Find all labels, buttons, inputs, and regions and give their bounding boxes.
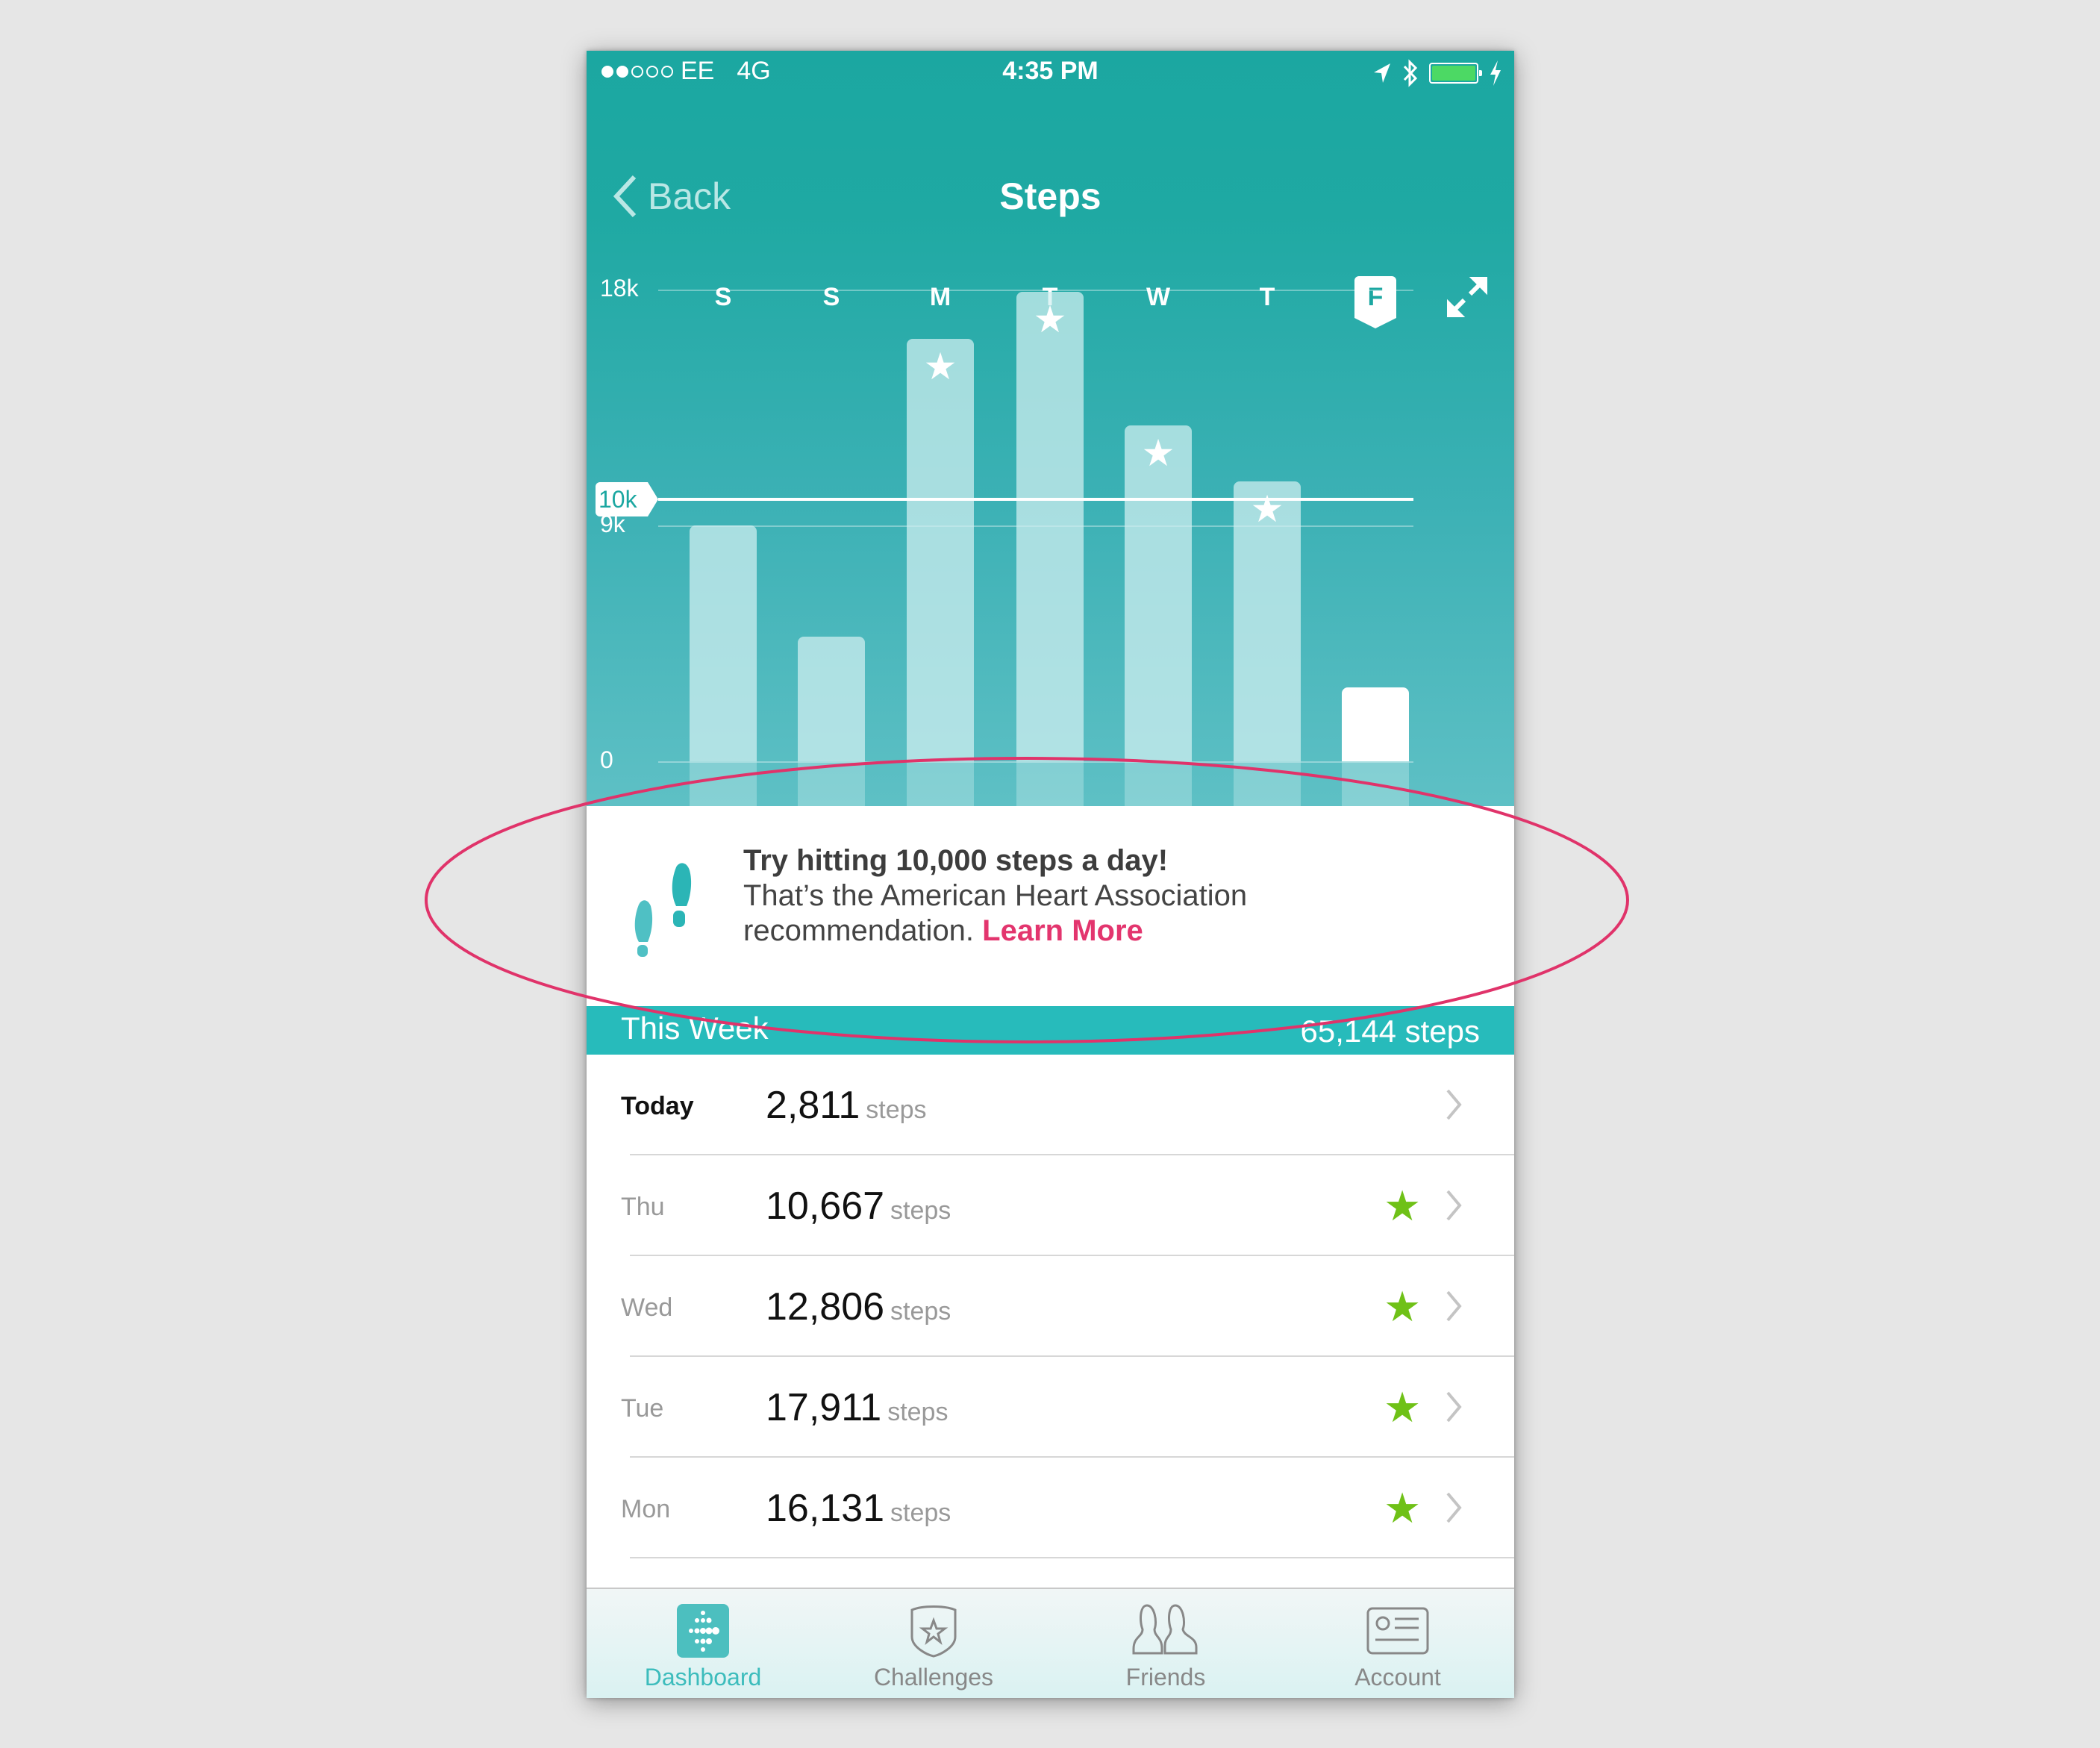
bar-reflection [1342,761,1409,806]
day-row[interactable]: Wed 12,806 steps ★ [587,1256,1514,1357]
week-label: This Week [621,1011,769,1046]
expand-icon[interactable] [1445,275,1490,319]
day-row[interactable]: Thu 10,667 steps ★ [587,1155,1514,1256]
nav-bar: Back Steps [587,155,1514,237]
day-row[interactable]: Mon 16,131 steps ★ [587,1458,1514,1558]
tip-headline: Try hitting 10,000 steps a day! [743,844,1169,877]
learn-more-link[interactable]: Learn More [982,914,1143,947]
bar-reflection [798,761,865,806]
goal-label: 10k [596,481,658,516]
day-label[interactable]: S [809,275,854,319]
row-steps-unit: steps [866,1096,927,1124]
row-day: Wed [621,1293,673,1322]
y-tick-label: 18k [600,275,639,302]
week-total: 65,144 steps [1300,1014,1480,1049]
row-steps-unit: steps [890,1499,951,1527]
chevron-right-icon [1446,1089,1462,1120]
status-bar: EE 4G 4:35 PM [587,51,1514,96]
day-row[interactable]: Tue 17,911 steps ★ [587,1357,1514,1458]
row-day: Thu [621,1193,665,1221]
row-day: Mon [621,1495,671,1523]
chart-bar[interactable] [1342,687,1409,761]
chart-bar[interactable] [798,637,865,761]
bar-reflection [907,761,974,806]
row-day: Tue [621,1394,664,1423]
row-steps-unit: steps [887,1398,949,1426]
back-label: Back [648,175,731,217]
account-card-icon [1366,1607,1429,1655]
day-label[interactable]: F [1354,276,1396,328]
chevron-right-icon [1446,1290,1462,1322]
chevron-right-icon [1446,1190,1462,1221]
gridline [658,290,1413,291]
tab-label: Dashboard [644,1664,762,1691]
row-steps-value: 12,806 [766,1285,885,1329]
day-label[interactable]: W [1136,275,1181,319]
tab-label: Account [1354,1664,1441,1691]
tab-bar: Dashboard Challenges Friends Account [587,1588,1514,1698]
goal-star-icon: ★ [1033,299,1067,341]
goal-star-icon: ★ [1384,1283,1422,1330]
goal-star-icon: ★ [1141,432,1175,475]
goal-line [658,497,1413,501]
chevron-right-icon [1446,1391,1462,1423]
bar-reflection [1234,761,1301,806]
chart-bar[interactable] [1016,292,1084,761]
row-steps: 10,667 steps [766,1184,951,1229]
row-steps-unit: steps [890,1196,951,1225]
row-steps: 2,811 steps [766,1083,927,1128]
tab-challenges[interactable]: Challenges [822,1589,1046,1698]
location-arrow-icon [1374,63,1390,83]
day-row[interactable]: Today 2,811 steps [587,1055,1514,1155]
row-steps: 12,806 steps [766,1285,951,1329]
back-button[interactable]: Back [612,155,731,237]
chart-bar[interactable] [690,525,757,761]
chart-bar[interactable] [1125,425,1192,761]
tab-account[interactable]: Account [1286,1589,1510,1698]
chevron-right-icon [1446,1492,1462,1523]
tip-card: Try hitting 10,000 steps a day! That’s t… [587,806,1514,1006]
row-steps-value: 2,811 [766,1084,860,1127]
row-steps: 16,131 steps [766,1486,951,1531]
steps-chart-panel: EE 4G 4:35 PM Back Steps SSMTWTF [587,51,1514,806]
row-divider [630,1557,1514,1558]
row-day: Today [621,1092,694,1120]
tab-label: Friends [1125,1664,1206,1691]
day-label[interactable]: S [701,275,746,319]
goal-star-icon: ★ [1384,1485,1422,1532]
row-steps-value: 17,911 [766,1386,882,1429]
day-label[interactable]: M [918,275,963,319]
tab-label: Challenges [873,1664,994,1691]
dashboard-icon [677,1604,729,1658]
tab-dashboard[interactable]: Dashboard [591,1589,815,1698]
goal-star-icon: ★ [1384,1182,1422,1229]
goal-star-icon: ★ [1250,488,1284,531]
day-label[interactable]: T [1245,275,1290,319]
challenges-badge-icon [910,1605,957,1658]
tab-friends[interactable]: Friends [1054,1589,1278,1698]
row-steps-value: 16,131 [766,1487,885,1530]
week-summary-bar: This Week 65,144 steps [587,1006,1514,1055]
bar-reflection [1016,761,1084,806]
bar-reflection [690,761,757,806]
y-tick-label: 0 [600,746,613,773]
bar-reflection [1125,761,1192,806]
bluetooth-icon [1403,59,1418,87]
row-steps-unit: steps [890,1297,951,1326]
friends-icon [1132,1604,1198,1655]
chevron-left-icon [613,175,637,218]
charging-bolt-icon [1490,60,1501,86]
row-steps-value: 10,667 [766,1184,885,1228]
goal-star-icon: ★ [923,345,957,387]
battery-icon [1429,63,1482,84]
footprints-icon [634,863,692,957]
goal-star-icon: ★ [1384,1384,1422,1431]
chart-bar[interactable] [907,338,974,761]
row-steps: 17,911 steps [766,1385,948,1430]
phone-screen: EE 4G 4:35 PM Back Steps SSMTWTF [587,51,1514,1698]
